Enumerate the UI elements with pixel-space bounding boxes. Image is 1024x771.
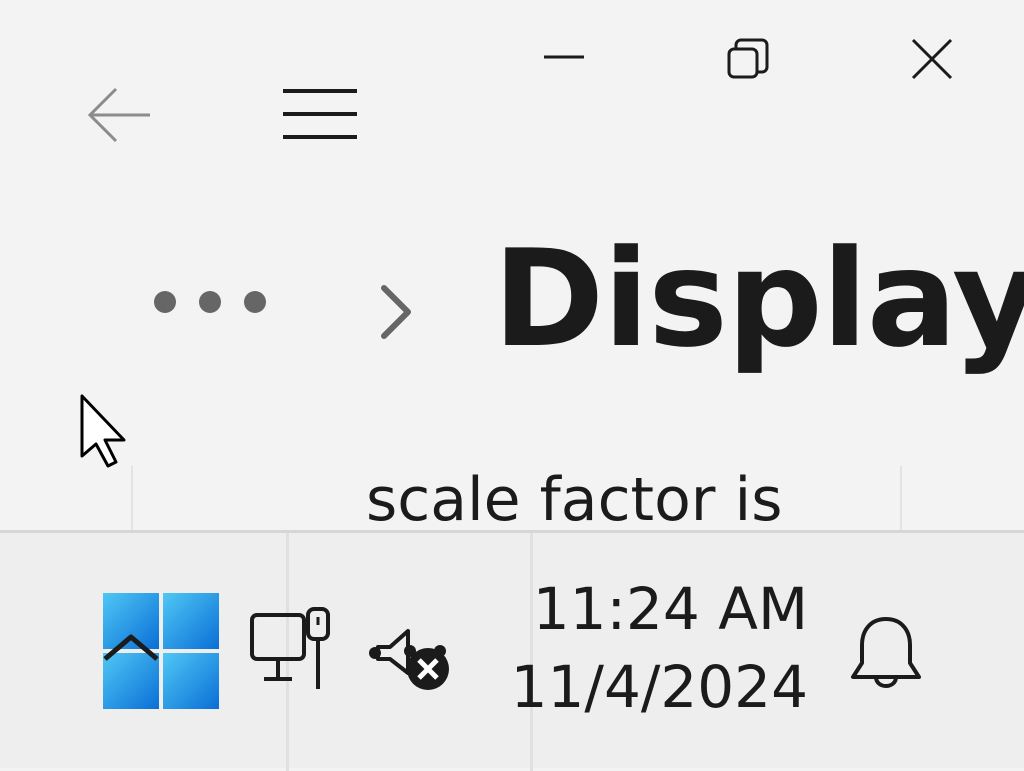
volume-muted-icon: [366, 617, 460, 697]
breadcrumb-more-button[interactable]: [145, 280, 275, 330]
network-button[interactable]: [246, 607, 336, 697]
back-button[interactable]: [80, 80, 160, 150]
page-title: Display: [493, 221, 1024, 377]
back-arrow-icon: [80, 80, 160, 150]
clock-date[interactable]: 11/4/2024: [511, 658, 808, 716]
minimize-button[interactable]: [533, 30, 593, 90]
ethernet-network-icon: [246, 607, 336, 697]
navigation-menu-button[interactable]: [274, 78, 366, 150]
notifications-button[interactable]: [846, 613, 926, 703]
clock-time[interactable]: 11:24 AM: [533, 580, 808, 638]
close-button[interactable]: [902, 30, 962, 90]
start-button[interactable]: [103, 593, 219, 709]
card-border-left: [131, 466, 133, 530]
settings-window: Display scale factor is: [0, 0, 1024, 530]
card-border-right: [900, 466, 902, 530]
chevron-up-icon[interactable]: [103, 633, 163, 663]
close-icon: [902, 30, 962, 90]
hamburger-menu-icon: [274, 78, 366, 150]
restore-icon: [718, 30, 778, 90]
breadcrumb-chevron-right-icon: [372, 282, 422, 342]
minimize-icon: [533, 30, 593, 90]
bell-icon: [846, 613, 926, 703]
scale-factor-text: scale factor is: [366, 465, 783, 535]
more-dots-icon: [145, 280, 275, 330]
taskbar-divider: [530, 533, 533, 771]
restore-button[interactable]: [718, 30, 778, 90]
mouse-pointer-icon: [78, 392, 134, 472]
volume-button[interactable]: [366, 617, 460, 697]
taskbar: 11:24 AM 11/4/2024: [0, 530, 1024, 771]
